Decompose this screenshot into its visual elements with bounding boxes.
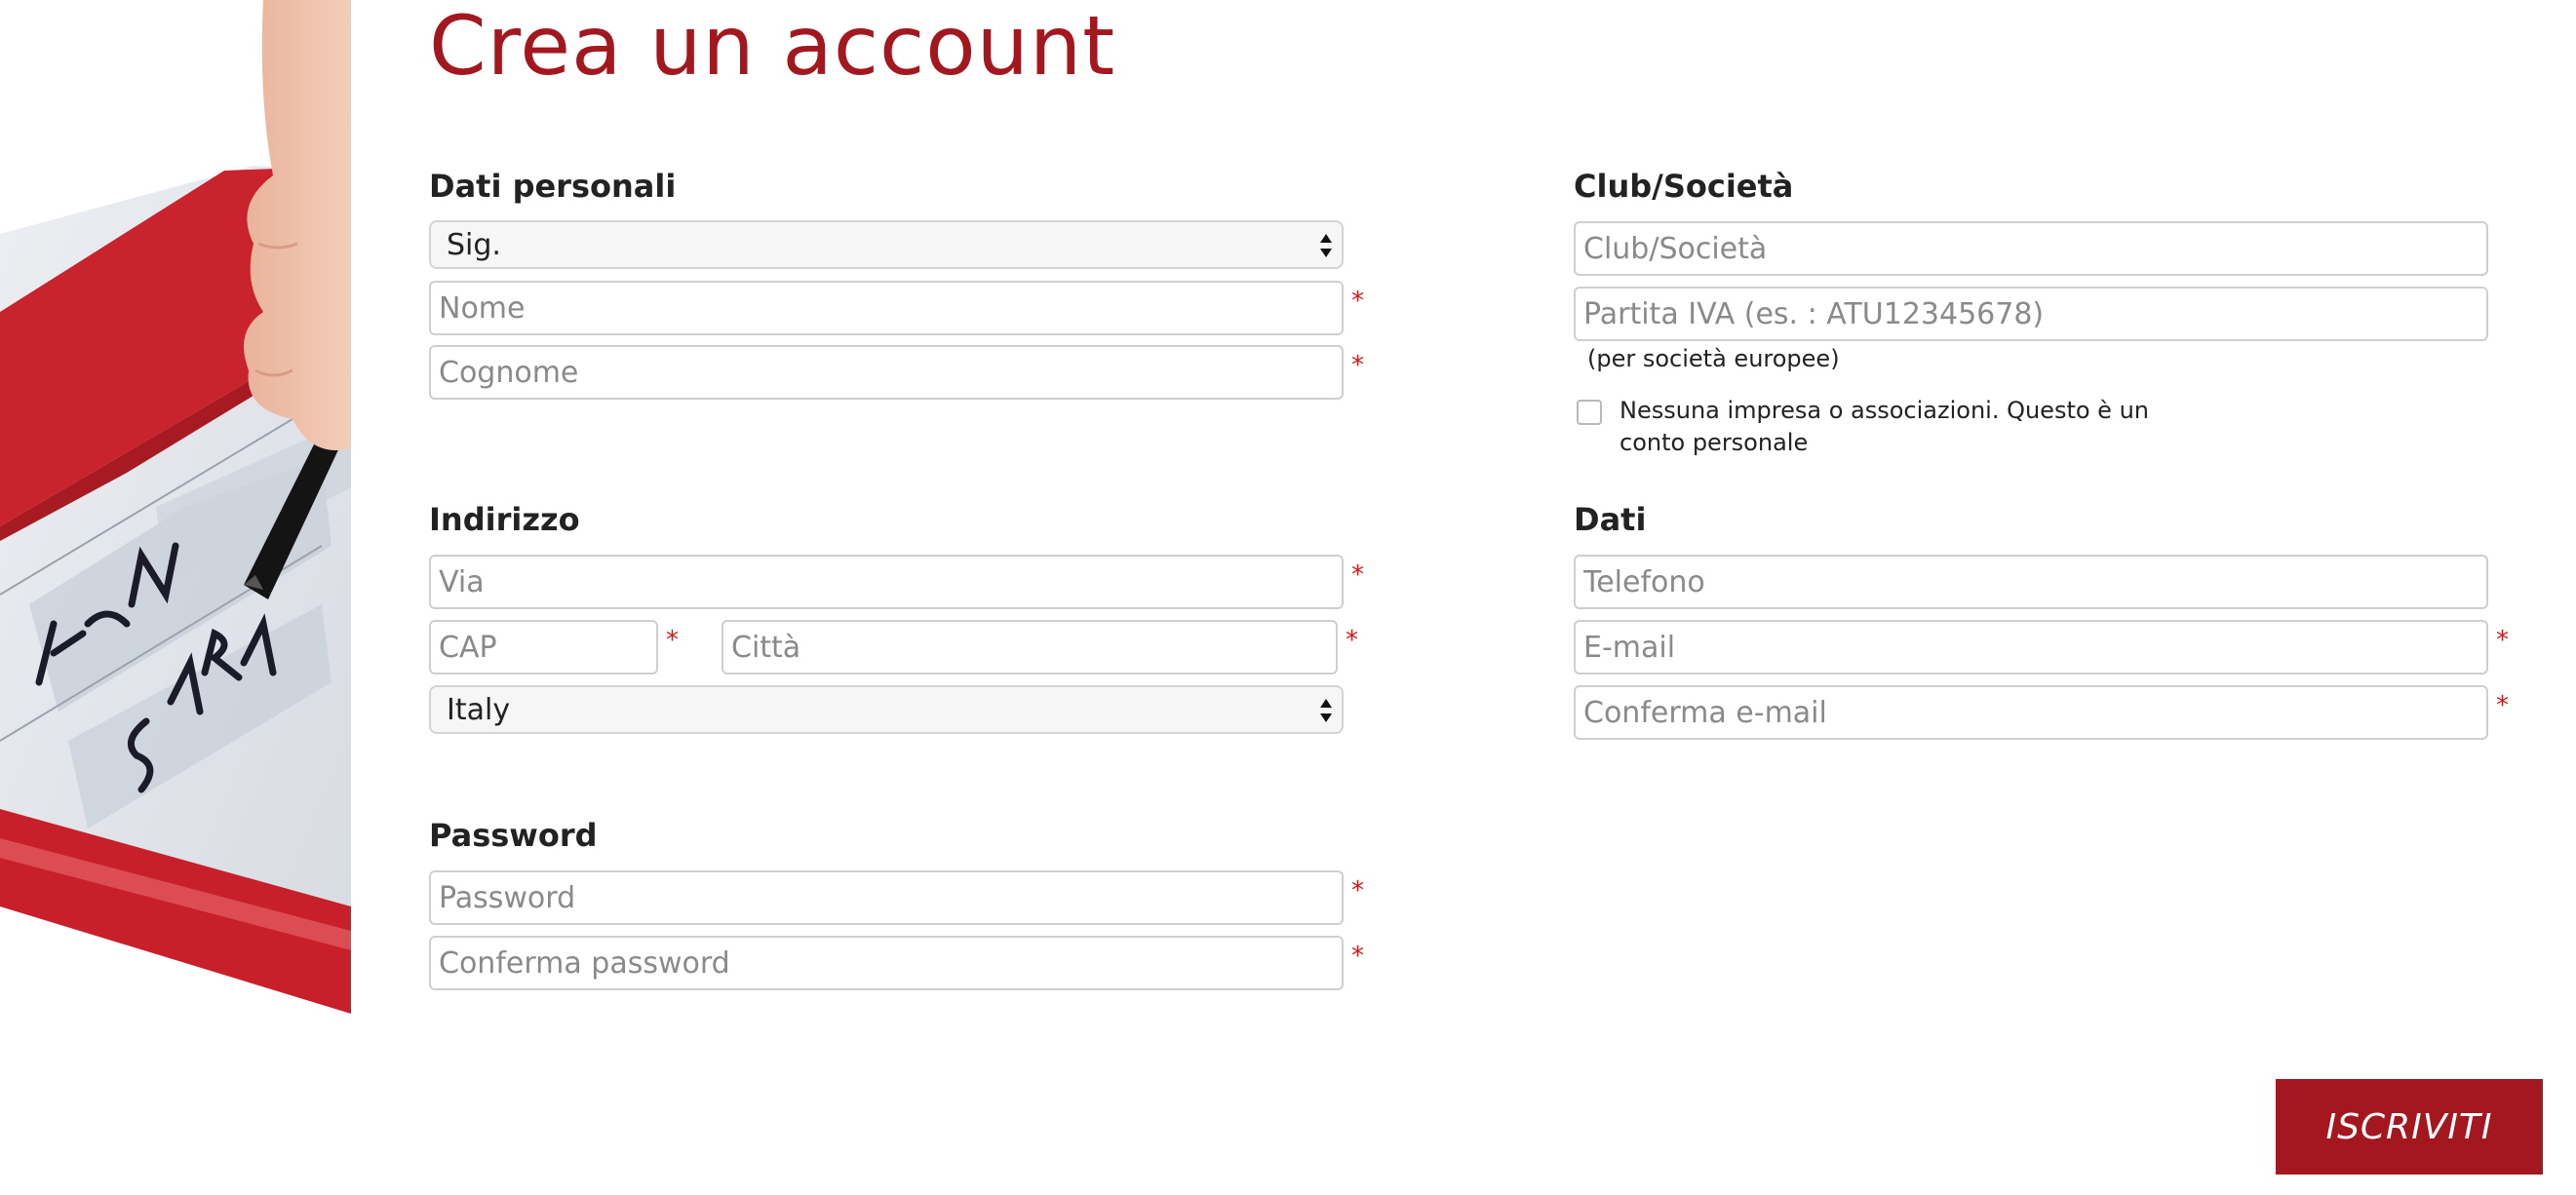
salutation-value: Sig. [447,228,501,262]
section-contact-heading: Dati [1574,501,1647,538]
email-input[interactable] [1574,620,2488,675]
last-name-input[interactable] [429,345,1344,400]
private-account-checkbox[interactable] [1577,400,1602,425]
vat-note: (per società europee) [1587,345,1840,372]
password-input[interactable] [429,870,1344,925]
hand-writing-on-notepad-image [0,0,351,1014]
required-marker: * [1351,560,1364,590]
section-password-heading: Password [429,817,598,854]
section-company-heading: Club/Società [1574,168,1794,205]
phone-input[interactable] [1574,555,2488,609]
required-marker: * [1351,351,1364,380]
required-marker: * [1346,626,1358,655]
select-arrows-icon [1320,234,1332,257]
vat-number-input[interactable] [1574,287,2488,341]
salutation-select[interactable]: Sig. [429,220,1344,269]
confirm-email-input[interactable] [1574,685,2488,740]
required-marker: * [666,626,679,655]
select-arrows-icon [1320,699,1332,722]
company-name-input[interactable] [1574,221,2488,276]
section-address-heading: Indirizzo [429,501,580,538]
required-marker: * [2496,626,2509,655]
zip-input[interactable] [429,620,658,675]
country-value: Italy [447,693,511,727]
city-input[interactable] [722,620,1338,675]
required-marker: * [1351,876,1364,906]
register-button[interactable]: ISCRIVITI [2276,1079,2543,1175]
required-marker: * [2496,691,2509,720]
page-title: Crea un account [429,0,1116,94]
first-name-input[interactable] [429,281,1344,335]
section-personal-heading: Dati personali [429,168,677,205]
confirm-password-input[interactable] [429,936,1344,990]
street-input[interactable] [429,555,1344,609]
private-account-label[interactable]: Nessuna impresa o associazioni. Questo è… [1620,395,2166,459]
required-marker: * [1351,287,1364,316]
country-select[interactable]: Italy [429,685,1344,734]
required-marker: * [1351,942,1364,971]
